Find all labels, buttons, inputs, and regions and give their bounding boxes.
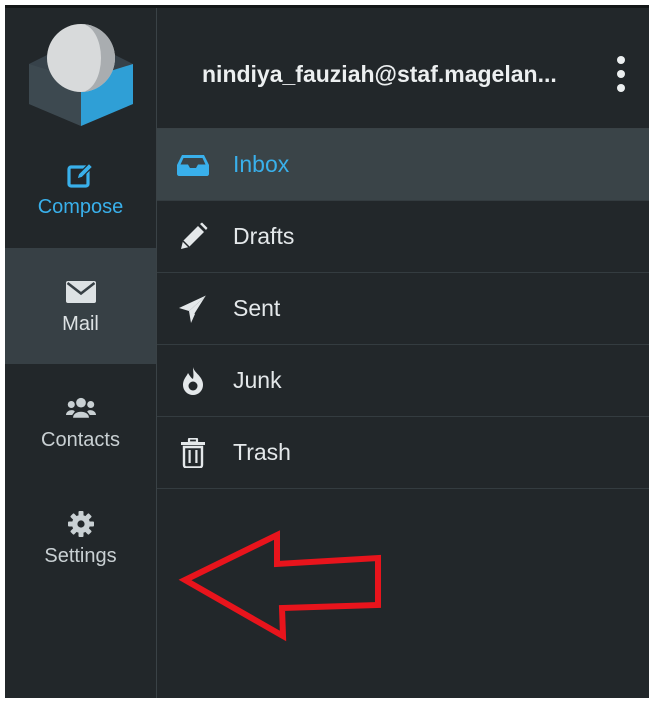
- folder-drafts-label: Drafts: [233, 223, 295, 249]
- left-arrow-annotation: [178, 530, 381, 642]
- paper-plane-icon: [176, 292, 210, 326]
- folder-junk-label: Junk: [233, 367, 282, 393]
- nav-compose-label: Compose: [37, 195, 124, 218]
- compose-icon: [66, 160, 96, 190]
- nav-settings[interactable]: Settings: [5, 480, 156, 596]
- gear-icon: [66, 509, 96, 539]
- users-icon: [65, 393, 96, 423]
- account-header: nindiya_fauziah@staf.magelan...: [157, 8, 649, 129]
- fire-icon: [176, 364, 210, 398]
- envelope-icon: [65, 277, 96, 307]
- nav-settings-label: Settings: [44, 544, 117, 567]
- nav-mail[interactable]: Mail: [5, 248, 156, 364]
- folder-drafts[interactable]: Drafts: [157, 201, 649, 273]
- folder-sent-label: Sent: [233, 295, 281, 321]
- folder-trash[interactable]: Trash: [157, 417, 649, 489]
- kebab-menu-icon[interactable]: [615, 56, 627, 92]
- trash-icon: [176, 436, 210, 470]
- nav-mail-label: Mail: [62, 312, 99, 335]
- account-email: nindiya_fauziah@staf.magelan...: [202, 61, 557, 87]
- main-navigation: Compose Mail Contacts Settings: [5, 8, 156, 698]
- folder-trash-label: Trash: [233, 439, 291, 465]
- nav-contacts-label: Contacts: [41, 428, 120, 451]
- nav-compose[interactable]: Compose: [5, 131, 156, 247]
- inbox-icon: [176, 148, 210, 182]
- webmail-app: Compose Mail Contacts Settings nindiya_f…: [5, 5, 649, 698]
- folder-list: Inbox Drafts Sent Junk Trash: [157, 129, 649, 489]
- folder-inbox-label: Inbox: [233, 151, 290, 177]
- folder-sent[interactable]: Sent: [157, 273, 649, 345]
- pencil-icon: [176, 220, 210, 254]
- folder-inbox[interactable]: Inbox: [157, 129, 649, 201]
- roundcube-logo[interactable]: [25, 20, 137, 126]
- nav-contacts[interactable]: Contacts: [5, 364, 156, 480]
- folder-junk[interactable]: Junk: [157, 345, 649, 417]
